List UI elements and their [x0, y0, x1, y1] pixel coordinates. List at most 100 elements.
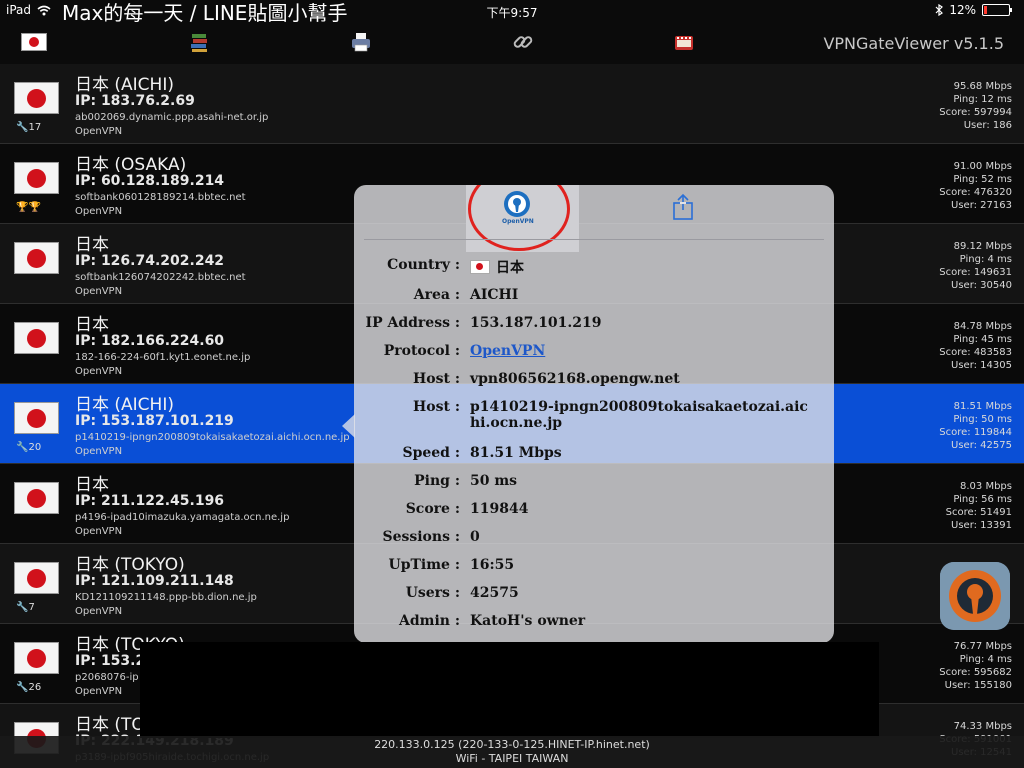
server-users: User: 27163	[951, 200, 1012, 211]
server-speed: 91.00 Mbps	[953, 161, 1012, 172]
film-icon[interactable]	[671, 30, 697, 54]
server-title: 日本 (TOKYO)	[75, 555, 185, 575]
server-protocol: OpenVPN	[75, 526, 123, 537]
server-stats: 81.51 Mbps Ping: 50 ms Score: 119844 User: …	[939, 400, 1012, 452]
detail-value: 0	[470, 529, 812, 545]
server-speed: 89.12 Mbps	[953, 241, 1012, 252]
battery-icon	[982, 4, 1012, 16]
server-stats: 95.68 Mbps Ping: 12 ms Score: 597994 User: …	[939, 80, 1012, 132]
server-score: Score: 483583	[939, 347, 1012, 358]
books-icon[interactable]	[187, 30, 213, 54]
japan-flag-icon	[14, 322, 59, 354]
server-badge: 🔧20	[16, 442, 42, 453]
japan-flag-icon	[14, 562, 59, 594]
japan-flag-icon	[14, 82, 59, 114]
detail-label: Admin :	[398, 613, 460, 629]
detail-value-text: p1410219-ipngn200809tokaisakaetozai.aich…	[470, 399, 808, 431]
server-title: 日本 (OSAKA)	[75, 155, 187, 175]
server-users: User: 14305	[951, 360, 1012, 371]
detail-value: 153.187.101.219	[470, 315, 812, 331]
server-ip: IP: 183.76.2.69	[75, 93, 195, 109]
printer-icon[interactable]	[348, 30, 374, 54]
battery-percent: 12%	[949, 3, 976, 17]
server-stats: 91.00 Mbps Ping: 52 ms Score: 476320 User: …	[939, 160, 1012, 212]
server-title: 日本 (TO	[75, 715, 145, 735]
detail-value: KatoH's owner	[470, 613, 812, 629]
server-score: Score: 149631	[939, 267, 1012, 278]
server-users: User: 186	[963, 120, 1012, 131]
server-host: softbank060128189214.bbtec.net	[75, 192, 246, 203]
server-score: Score: 476320	[939, 187, 1012, 198]
server-score: Score: 597994	[939, 107, 1012, 118]
server-speed: 95.68 Mbps	[953, 81, 1012, 92]
server-protocol: OpenVPN	[75, 366, 123, 377]
server-ip: IP: 121.109.211.148	[75, 573, 234, 589]
detail-value: 16:55	[470, 557, 812, 573]
server-ip: IP: 126.74.202.242	[75, 253, 225, 269]
server-title: 日本 (AICHI)	[75, 395, 174, 415]
detail-value-text: 119844	[470, 501, 529, 517]
detail-value-text: AICHI	[470, 287, 519, 303]
footer-ip: 220.133.0.125 (220-133-0-125.HINET-IP.hi…	[374, 738, 650, 751]
server-ip: IP: 153.187.101.219	[75, 413, 234, 429]
server-badge: 🔧17	[16, 122, 42, 133]
server-users: User: 13391	[951, 520, 1012, 531]
server-protocol: OpenVPN	[75, 206, 123, 217]
server-stats: 89.12 Mbps Ping: 4 ms Score: 149631 User: 3…	[939, 240, 1012, 292]
server-ping: Ping: 56 ms	[953, 494, 1012, 505]
app-title: VPNGateViewer v5.1.5	[823, 34, 1004, 53]
server-ping: Ping: 52 ms	[953, 174, 1012, 185]
server-users: User: 155180	[944, 680, 1012, 691]
japan-flag-icon	[14, 482, 59, 514]
detail-value: 42575	[470, 585, 812, 601]
server-host: p1410219-ipngn200809tokaisakaetozai.aich…	[75, 432, 350, 443]
detail-label: Sessions :	[382, 529, 460, 545]
server-score: Score: 595682	[939, 667, 1012, 678]
detail-value-text: 0	[470, 529, 480, 545]
bluetooth-icon	[935, 4, 944, 16]
detail-value-text: KatoH's owner	[470, 613, 586, 629]
server-ip: IP: 60.128.189.214	[75, 173, 225, 189]
detail-label: IP Address :	[365, 315, 460, 331]
server-users: User: 30540	[951, 280, 1012, 291]
server-score: Score: 51491	[945, 507, 1012, 518]
detail-label: Speed :	[402, 445, 460, 461]
server-ping: Ping: 45 ms	[953, 334, 1012, 345]
popover-separator	[364, 239, 824, 240]
server-users: User: 42575	[951, 440, 1012, 451]
toolbar: VPNGateViewer v5.1.5	[0, 22, 1024, 64]
detail-value-text: OpenVPN	[470, 343, 546, 359]
detail-value: AICHI	[470, 287, 812, 303]
server-badge: 🔧26	[16, 682, 42, 693]
detail-label: Area :	[413, 287, 460, 303]
blacked-out-region	[140, 642, 879, 738]
detail-value-text: 153.187.101.219	[470, 315, 602, 331]
server-title: 日本	[75, 315, 109, 335]
japan-flag-icon	[14, 402, 59, 434]
detail-value: 119844	[470, 501, 812, 517]
openvpn-app-icon[interactable]	[940, 562, 1010, 630]
server-row[interactable]: 🔧17 日本 (AICHI) IP: 183.76.2.69 ab002069.dyn…	[0, 64, 1024, 144]
server-badge: 🔧7	[16, 602, 35, 613]
detail-value-text: 50 ms	[470, 473, 518, 489]
detail-value: p1410219-ipngn200809tokaisakaetozai.aich…	[470, 399, 812, 431]
detail-value: 50 ms	[470, 473, 812, 489]
link-icon[interactable]	[510, 30, 536, 54]
share-icon[interactable]	[672, 193, 694, 221]
server-ip: IP: 211.122.45.196	[75, 493, 225, 509]
server-detail-popover: OpenVPN Country : 日本 Area : AICHI IP Address…	[354, 185, 834, 643]
server-stats: 8.03 Mbps Ping: 56 ms Score: 51491 User: 13…	[946, 480, 1012, 532]
detail-label: Ping :	[414, 473, 460, 489]
server-speed: 74.33 Mbps	[953, 721, 1012, 732]
server-stats: 76.77 Mbps Ping: 4 ms Score: 595682 User: 1…	[939, 640, 1012, 692]
server-speed: 8.03 Mbps	[960, 481, 1012, 492]
japan-flag-icon	[14, 642, 59, 674]
detail-value: 日本	[470, 257, 812, 277]
server-ip: IP: 182.166.224.60	[75, 333, 225, 349]
server-ping: Ping: 50 ms	[953, 414, 1012, 425]
status-bar: iPad Max的每一天 / LINE貼圖小幫手 下午9:57 12%	[0, 0, 1024, 25]
japan-flag-icon[interactable]	[21, 30, 47, 54]
detail-value[interactable]: OpenVPN	[470, 343, 812, 359]
server-ping: Ping: 4 ms	[959, 654, 1012, 665]
detail-value-text: 16:55	[470, 557, 515, 573]
